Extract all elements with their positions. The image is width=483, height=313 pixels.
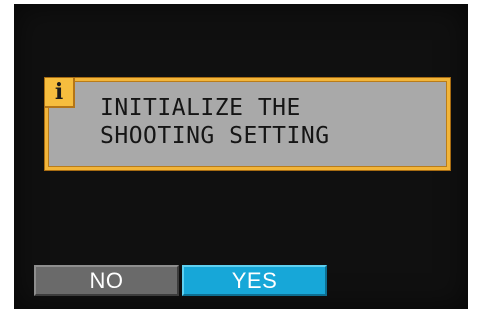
message-line-1: INITIALIZE THE (100, 95, 301, 121)
info-dialog: i INITIALIZE THE SHOOTING SETTING (45, 78, 450, 170)
message-line-2: SHOOTING SETTING (100, 123, 330, 149)
dialog-message: INITIALIZE THE SHOOTING SETTING (100, 94, 330, 150)
camera-screen: i INITIALIZE THE SHOOTING SETTING NO YES (14, 4, 468, 309)
info-icon: i (45, 78, 75, 108)
yes-button[interactable]: YES (182, 265, 327, 296)
info-icon-glyph: i (54, 79, 64, 105)
yes-button-label: YES (231, 267, 278, 293)
no-button[interactable]: NO (34, 265, 179, 296)
no-button-label: NO (89, 267, 124, 293)
